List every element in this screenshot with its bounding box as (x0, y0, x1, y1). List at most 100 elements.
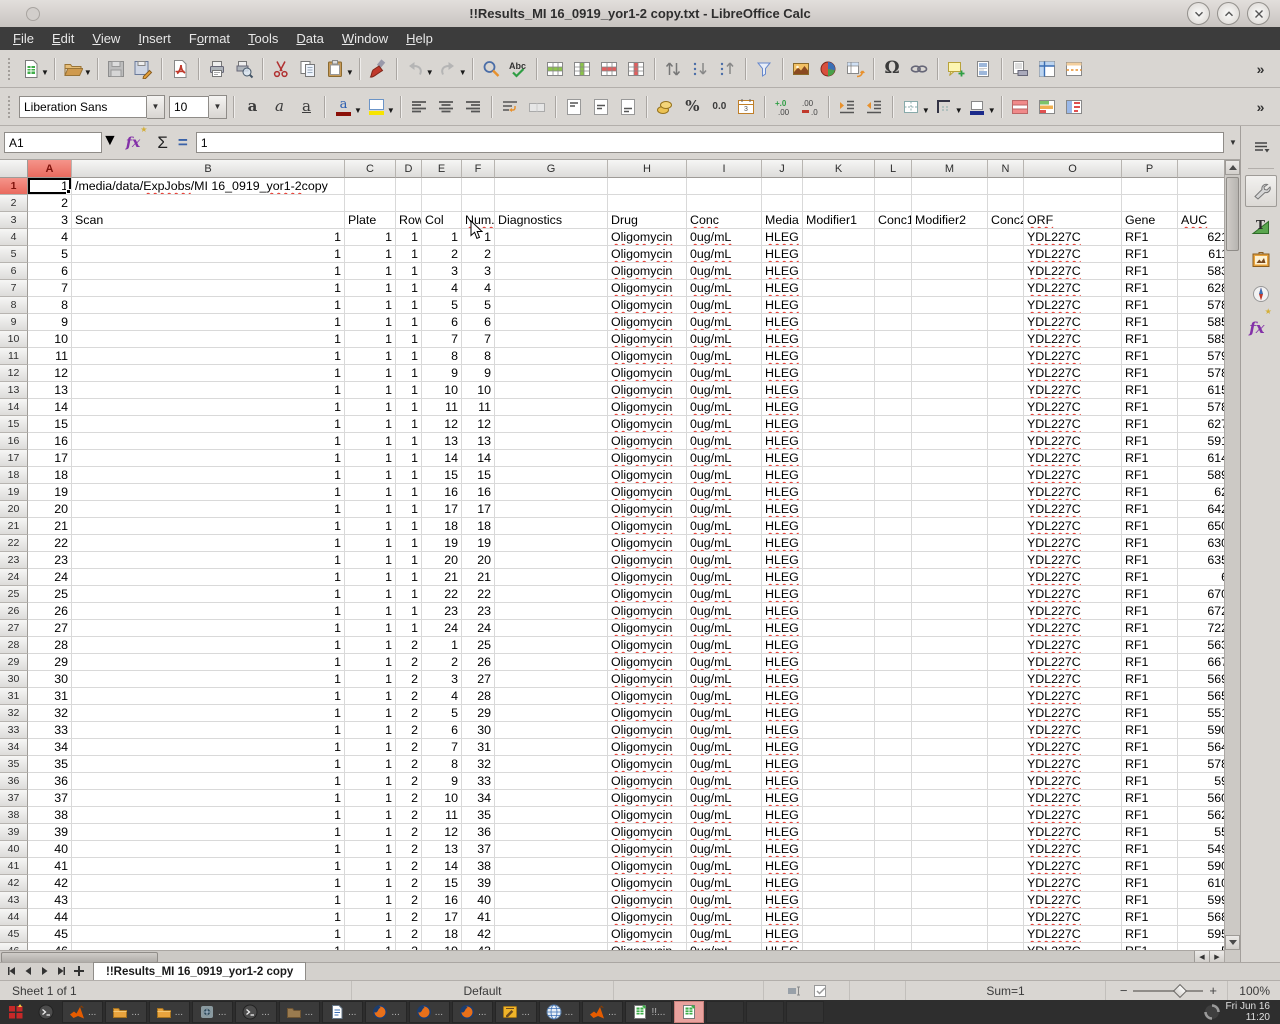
cell[interactable]: Oligomycin (608, 926, 687, 943)
cell[interactable] (912, 671, 988, 688)
row-header[interactable]: 30 (0, 671, 28, 688)
cell[interactable] (988, 688, 1024, 705)
cell[interactable] (687, 195, 762, 212)
taskbar-item[interactable]: ... (235, 1001, 276, 1023)
cell[interactable]: 8 (28, 297, 72, 314)
cell[interactable]: RF1 (1122, 518, 1178, 535)
cell[interactable]: 565 (1178, 688, 1224, 705)
cell[interactable]: 1 (345, 501, 396, 518)
cell[interactable] (988, 671, 1024, 688)
cell[interactable] (875, 654, 912, 671)
cell[interactable] (875, 620, 912, 637)
dropdown-arrow[interactable]: ▼ (84, 68, 92, 77)
cell[interactable]: 1 (345, 416, 396, 433)
font-name-input[interactable] (19, 96, 147, 118)
cell[interactable] (495, 756, 608, 773)
cell[interactable]: 0ug/mL (687, 246, 762, 263)
taskbar-item[interactable]: ... (452, 1001, 493, 1023)
cell[interactable]: 13 (28, 382, 72, 399)
cell[interactable]: 3 (462, 263, 495, 280)
cell[interactable]: 24 (28, 569, 72, 586)
cell[interactable]: 1 (72, 382, 345, 399)
cell[interactable]: 1 (396, 314, 422, 331)
cell[interactable]: 1 (72, 280, 345, 297)
row-header[interactable]: 39 (0, 824, 28, 841)
cell[interactable]: YDL227C (1024, 484, 1122, 501)
selection-handle[interactable] (66, 189, 71, 194)
cell[interactable]: RF1 (1122, 501, 1178, 518)
cell[interactable]: YDL227C (1024, 688, 1122, 705)
cell[interactable]: 1 (345, 637, 396, 654)
cell[interactable] (875, 824, 912, 841)
cell[interactable]: Oligomycin (608, 399, 687, 416)
borders-button[interactable] (898, 93, 925, 120)
dropdown-arrow[interactable]: ▼ (922, 106, 930, 115)
cell[interactable]: 2 (396, 773, 422, 790)
cell[interactable]: 2 (396, 705, 422, 722)
cell[interactable] (495, 943, 608, 950)
cell[interactable]: 39 (28, 824, 72, 841)
decrease-indent-button[interactable] (861, 93, 888, 120)
cell[interactable]: 2 (396, 858, 422, 875)
font-size-input[interactable] (169, 96, 209, 118)
cell[interactable]: RF1 (1122, 586, 1178, 603)
dropdown-arrow[interactable]: ▼ (354, 106, 362, 115)
cell[interactable] (803, 722, 875, 739)
cell[interactable]: 667 (1178, 654, 1224, 671)
cell[interactable]: RF1 (1122, 331, 1178, 348)
cell[interactable]: 1 (345, 909, 396, 926)
cell[interactable] (912, 722, 988, 739)
row-header[interactable]: 3 (0, 212, 28, 229)
cell[interactable]: YDL227C (1024, 552, 1122, 569)
cell[interactable]: 568 (1178, 909, 1224, 926)
cell[interactable]: 0ug/mL (687, 875, 762, 892)
cell[interactable]: 20 (462, 552, 495, 569)
cell[interactable]: HLEG (762, 518, 803, 535)
cell[interactable]: Oligomycin (608, 484, 687, 501)
cell[interactable]: HLEG (762, 926, 803, 943)
cell[interactable]: 1 (72, 552, 345, 569)
cell[interactable] (875, 229, 912, 246)
cell[interactable]: 1 (345, 773, 396, 790)
cell[interactable]: YDL227C (1024, 586, 1122, 603)
cell[interactable]: YDL227C (1024, 246, 1122, 263)
italic-button[interactable]: a (266, 93, 293, 120)
cell[interactable] (988, 229, 1024, 246)
cell[interactable] (912, 416, 988, 433)
cell[interactable] (875, 909, 912, 926)
selection-mode-icon[interactable] (786, 983, 802, 999)
taskbar-item[interactable]: ... (322, 1001, 363, 1023)
cell[interactable]: RF1 (1122, 229, 1178, 246)
cell[interactable]: 0ug/mL (687, 314, 762, 331)
cell[interactable] (912, 365, 988, 382)
cell[interactable] (912, 433, 988, 450)
align-right-button[interactable] (460, 93, 487, 120)
cell[interactable]: 0ug/mL (687, 892, 762, 909)
cell[interactable]: 16 (422, 484, 462, 501)
cell[interactable] (988, 195, 1024, 212)
cell[interactable]: 21 (28, 518, 72, 535)
cell[interactable]: RF1 (1122, 824, 1178, 841)
cell[interactable]: 1 (396, 501, 422, 518)
cell[interactable] (875, 739, 912, 756)
cell[interactable]: 28 (28, 637, 72, 654)
cell[interactable] (912, 926, 988, 943)
cell[interactable]: 1 (72, 790, 345, 807)
cell[interactable] (988, 620, 1024, 637)
cell[interactable]: 1 (396, 569, 422, 586)
cell[interactable]: 1 (396, 246, 422, 263)
cell[interactable]: Media (762, 212, 803, 229)
cell[interactable]: YDL227C (1024, 909, 1122, 926)
cell[interactable]: 8 (422, 348, 462, 365)
cell[interactable] (803, 603, 875, 620)
cell[interactable] (912, 892, 988, 909)
cell[interactable] (912, 331, 988, 348)
row-header[interactable]: 46 (0, 943, 28, 950)
cell[interactable]: HLEG (762, 314, 803, 331)
cell[interactable] (495, 671, 608, 688)
cell[interactable] (422, 195, 462, 212)
cell[interactable]: 1 (345, 331, 396, 348)
formula-button[interactable]: = (178, 133, 188, 153)
bold-button[interactable]: a (239, 93, 266, 120)
cell[interactable]: 23 (28, 552, 72, 569)
